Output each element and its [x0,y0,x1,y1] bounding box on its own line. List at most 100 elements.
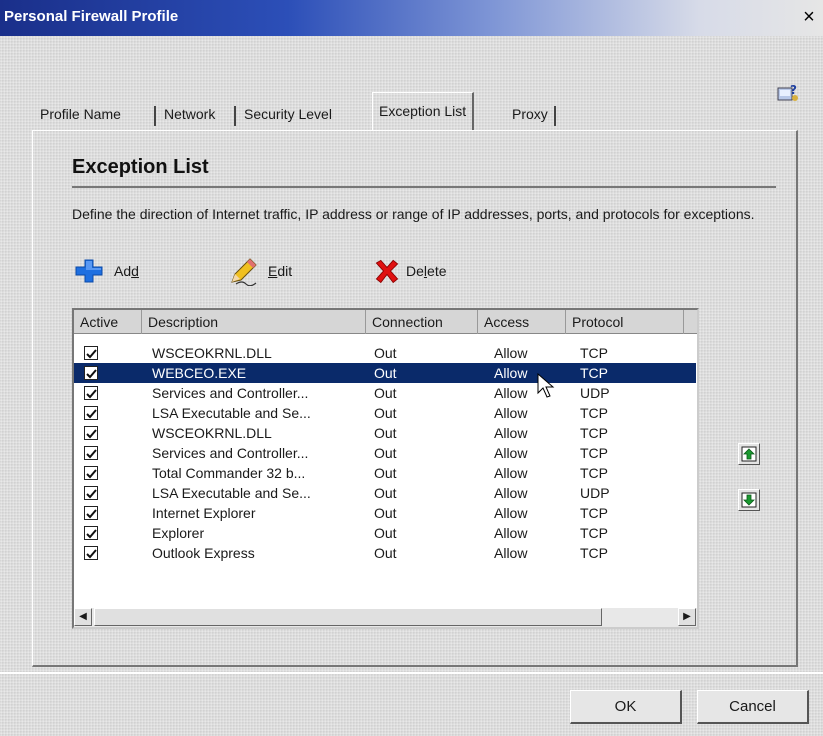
cell-connection: Out [374,345,397,361]
delete-label-pre: De [406,263,424,279]
cell-description: WSCEOKRNL.DLL [152,425,272,441]
active-checkbox[interactable] [84,426,98,440]
red-x-icon [375,259,399,284]
close-button[interactable]: × [800,6,818,28]
active-checkbox[interactable] [84,486,98,500]
checkmark-icon [86,349,97,359]
table-row[interactable]: Services and Controller... Out Allow UDP [74,383,696,403]
checkmark-icon [86,449,97,459]
window-title: Personal Firewall Profile [4,8,179,25]
horizontal-scrollbar[interactable]: ◀ ▶ [74,608,697,627]
title-bar[interactable]: Personal Firewall Profile × [0,0,823,36]
add-label-mnemonic: d [131,263,139,279]
horizontal-scroll-thumb[interactable] [94,608,602,626]
active-checkbox[interactable] [84,446,98,460]
checkmark-icon [86,409,97,419]
tab-security-level[interactable]: Security Level [238,98,338,130]
cell-protocol: TCP [580,525,608,541]
checkmark-icon [86,389,97,399]
cell-description: Outlook Express [152,545,255,561]
cell-description: LSA Executable and Se... [152,485,311,501]
table-row[interactable]: Outlook Express Out Allow TCP [74,543,696,563]
cell-access: Allow [494,545,528,561]
cell-protocol: TCP [580,445,608,461]
cell-access: Allow [494,385,528,401]
edit-label-post: dit [277,263,293,279]
column-header-protocol[interactable]: Protocol [566,310,684,334]
heading-divider [72,186,776,188]
page-title: Exception List [72,156,209,178]
active-checkbox[interactable] [84,466,98,480]
checkmark-icon [86,549,97,559]
active-checkbox[interactable] [84,546,98,560]
cell-connection: Out [374,485,397,501]
scroll-right-button[interactable]: ▶ [678,608,696,626]
active-checkbox[interactable] [84,366,98,380]
move-up-icon [741,446,757,462]
cell-protocol: TCP [580,545,608,561]
table-row[interactable]: WSCEOKRNL.DLL Out Allow TCP [74,343,696,363]
cell-access: Allow [494,425,528,441]
tab-network[interactable]: Network [158,98,221,130]
table-row[interactable]: WEBCEO.EXE Out Allow TCP [74,363,696,383]
active-checkbox[interactable] [84,526,98,540]
checkmark-icon [86,509,97,519]
active-checkbox[interactable] [84,346,98,360]
tab-separator [234,106,236,126]
active-checkbox[interactable] [84,506,98,520]
table-row[interactable]: LSA Executable and Se... Out Allow TCP [74,403,696,423]
cell-description: WSCEOKRNL.DLL [152,345,272,361]
plus-icon [75,259,103,283]
cell-access: Allow [494,465,528,481]
move-up-button[interactable] [738,443,760,465]
table-row[interactable]: Services and Controller... Out Allow TCP [74,443,696,463]
cell-connection: Out [374,545,397,561]
tab-proxy[interactable]: Proxy [506,98,554,130]
tab-separator [154,106,156,126]
cell-description: Services and Controller... [152,385,309,401]
cell-description: Total Commander 32 b... [152,465,306,481]
delete-button[interactable]: Delete [372,256,447,286]
scroll-left-button[interactable]: ◀ [74,608,92,626]
cell-protocol: TCP [580,505,608,521]
cell-protocol: TCP [580,365,608,381]
edit-label-mnemonic: E [268,263,278,279]
cancel-button[interactable]: Cancel [697,690,809,724]
active-checkbox[interactable] [84,406,98,420]
cell-connection: Out [374,385,397,401]
footer-divider [0,672,823,674]
table-header: Active Description Connection Access Pro… [74,310,697,334]
table-row[interactable]: Internet Explorer Out Allow TCP [74,503,696,523]
table-row[interactable]: WSCEOKRNL.DLL Out Allow TCP [74,423,696,443]
tab-profile-name[interactable]: Profile Name [34,98,127,130]
table-row[interactable]: Total Commander 32 b... Out Allow TCP [74,463,696,483]
checkmark-icon [86,529,97,539]
pencil-icon [231,258,257,286]
move-down-icon [741,492,757,508]
exception-list-table[interactable]: Active Description Connection Access Pro… [72,308,699,629]
tab-exception-list[interactable]: Exception List [372,92,475,130]
cell-description: Explorer [152,525,205,541]
active-checkbox[interactable] [84,386,98,400]
checkmark-icon [86,429,97,439]
move-down-button[interactable] [738,489,760,511]
column-header-description[interactable]: Description [142,310,366,334]
column-header-active[interactable]: Active [74,310,142,334]
cell-protocol: UDP [580,385,610,401]
column-header-access[interactable]: Access [478,310,566,334]
cell-connection: Out [374,425,397,441]
column-header-connection[interactable]: Connection [366,310,478,334]
help-icon[interactable]: ? [776,82,800,104]
table-row[interactable]: Explorer Out Allow TCP [74,523,696,543]
table-row[interactable]: LSA Executable and Se... Out Allow UDP [74,483,696,503]
cell-description: Services and Controller... [152,445,309,461]
cell-connection: Out [374,525,397,541]
add-button[interactable]: Add [72,256,139,286]
cell-description: WEBCEO.EXE [152,365,247,381]
cell-connection: Out [374,365,397,381]
cell-access: Allow [494,365,528,381]
ok-button[interactable]: OK [570,690,682,724]
cell-connection: Out [374,465,397,481]
edit-button[interactable]: Edit [226,256,292,286]
svg-text:?: ? [790,83,797,97]
